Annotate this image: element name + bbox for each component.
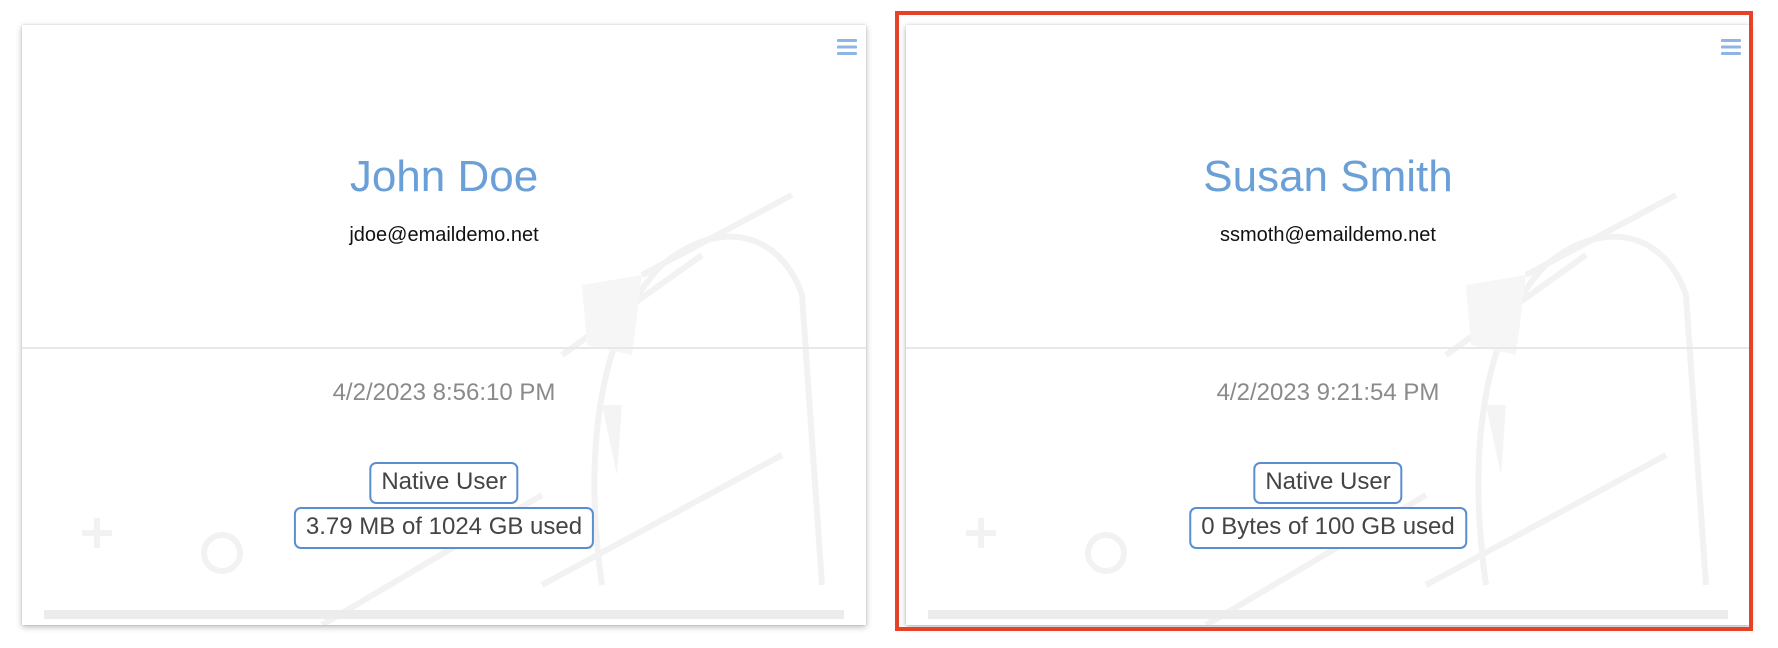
last-login-timestamp: 4/2/2023 9:21:54 PM bbox=[1216, 379, 1440, 406]
horizontal-scrollbar[interactable] bbox=[44, 610, 844, 619]
user-email: ssmoth@emaildemo.net bbox=[1220, 224, 1436, 246]
user-name: Susan Smith bbox=[1203, 152, 1453, 201]
horizontal-scrollbar[interactable] bbox=[928, 610, 1728, 619]
user-name: John Doe bbox=[349, 152, 539, 201]
divider bbox=[22, 347, 866, 349]
user-type-badge: Native User bbox=[1253, 462, 1403, 504]
menu-button[interactable] bbox=[1719, 36, 1743, 58]
user-card-susan-smith[interactable]: Susan Smith ssmoth@emaildemo.net 4/2/202… bbox=[906, 25, 1750, 625]
last-login-timestamp: 4/2/2023 8:56:10 PM bbox=[332, 379, 556, 406]
hamburger-menu-icon bbox=[837, 39, 857, 55]
storage-usage-badge: 3.79 MB of 1024 GB used bbox=[293, 507, 595, 549]
menu-button[interactable] bbox=[835, 36, 859, 58]
storage-usage-badge: 0 Bytes of 100 GB used bbox=[1189, 507, 1467, 549]
user-card-john-doe[interactable]: John Doe jdoe@emaildemo.net 4/2/2023 8:5… bbox=[22, 25, 866, 625]
user-email: jdoe@emaildemo.net bbox=[349, 224, 539, 246]
user-type-badge: Native User bbox=[369, 462, 519, 504]
divider bbox=[906, 347, 1750, 349]
hamburger-menu-icon bbox=[1721, 39, 1741, 55]
